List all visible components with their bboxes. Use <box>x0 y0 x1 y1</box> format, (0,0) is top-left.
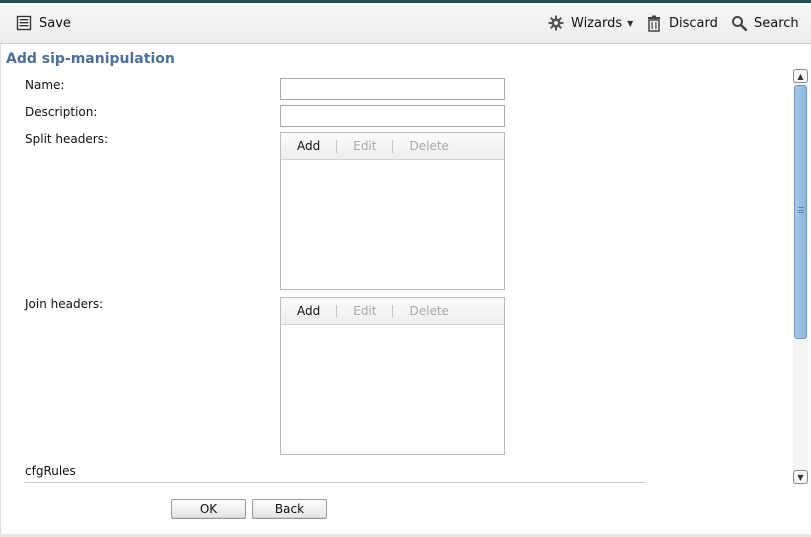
description-label: Description: <box>25 105 98 119</box>
scroll-up-icon[interactable]: ▲ <box>793 69 808 83</box>
description-input[interactable] <box>280 105 505 127</box>
split-headers-toolbar: Add Edit Delete <box>281 133 504 160</box>
trash-icon <box>645 14 663 32</box>
split-headers-add-button[interactable]: Add <box>281 139 336 153</box>
ok-button[interactable]: OK <box>171 499 246 519</box>
save-button[interactable]: Save <box>15 3 71 43</box>
gear-icon <box>547 14 565 32</box>
scroll-down-icon[interactable]: ▼ <box>793 470 808 484</box>
search-label: Search <box>754 15 799 31</box>
wizards-menu-button[interactable]: Wizards ▼ <box>547 3 633 43</box>
section-divider <box>25 482 645 483</box>
name-input[interactable] <box>280 78 505 100</box>
split-headers-list: Add Edit Delete <box>280 132 505 290</box>
caret-down-icon: ▼ <box>627 18 634 28</box>
save-label: Save <box>39 15 71 31</box>
page-title: Add sip-manipulation <box>6 51 175 67</box>
name-label: Name: <box>25 78 65 92</box>
split-headers-label: Split headers: <box>25 132 108 146</box>
split-headers-delete-button[interactable]: Delete <box>393 139 464 153</box>
join-headers-toolbar: Add Edit Delete <box>281 298 504 325</box>
search-button[interactable]: Search <box>730 3 799 43</box>
discard-label: Discard <box>669 15 718 31</box>
join-headers-label: Join headers: <box>25 297 104 311</box>
join-headers-edit-button[interactable]: Edit <box>337 304 392 318</box>
join-headers-delete-button[interactable]: Delete <box>393 304 464 318</box>
join-headers-add-button[interactable]: Add <box>281 304 336 318</box>
split-headers-edit-button[interactable]: Edit <box>337 139 392 153</box>
search-icon <box>730 14 748 32</box>
save-icon <box>15 14 33 32</box>
discard-button[interactable]: Discard <box>645 3 718 43</box>
back-button[interactable]: Back <box>252 499 327 519</box>
toolbar: Save Wizards ▼ Discard Search <box>0 3 811 44</box>
scrollbar-thumb[interactable] <box>794 85 807 339</box>
vertical-scrollbar[interactable]: ▲ ▼ <box>793 69 808 484</box>
cfg-rules-section-label: cfgRules <box>25 464 76 478</box>
join-headers-list: Add Edit Delete <box>280 297 505 455</box>
wizards-label: Wizards <box>571 15 623 31</box>
scrollbar-grip-icon <box>798 207 804 213</box>
